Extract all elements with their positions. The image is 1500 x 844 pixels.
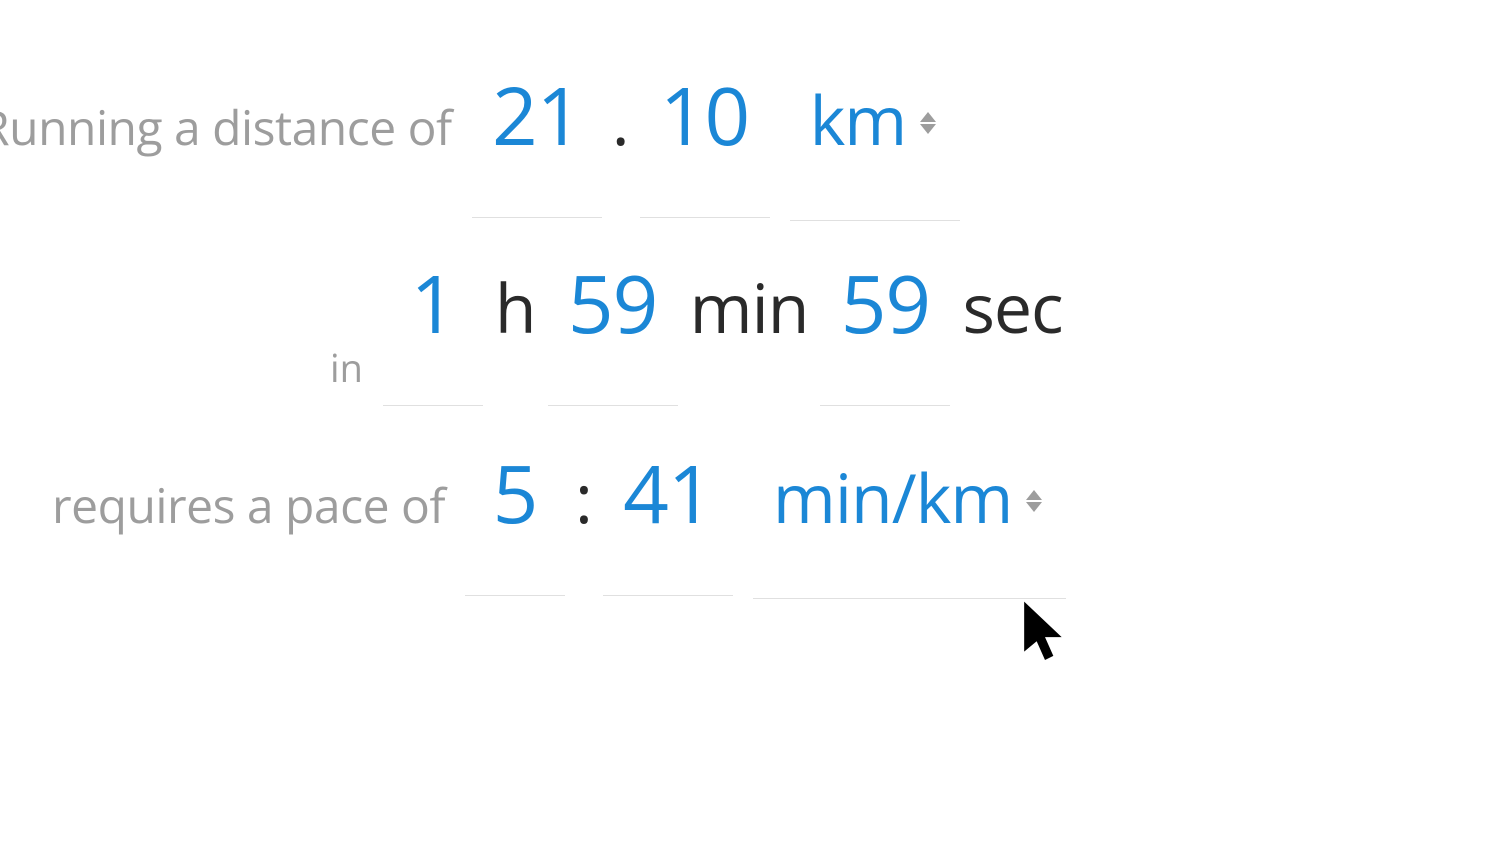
pace-seconds-input[interactable] — [603, 438, 733, 596]
time-label: in — [330, 342, 363, 394]
stepper-arrows-icon — [920, 112, 936, 134]
seconds-unit-label: sec — [950, 260, 1074, 353]
pace-row: requires a pace of : min/km — [52, 438, 1066, 599]
distance-unit-label: km — [810, 72, 907, 165]
time-hours-input[interactable] — [383, 248, 483, 406]
distance-decimal-input[interactable] — [640, 60, 770, 218]
distance-whole-input[interactable] — [472, 60, 602, 218]
decimal-separator: . — [602, 72, 640, 165]
chevron-down-icon — [1026, 502, 1042, 512]
time-row: in h min sec — [330, 248, 1075, 406]
hours-unit-label: h — [483, 260, 548, 353]
pace-unit-label: min/km — [773, 450, 1012, 543]
time-minutes-input[interactable] — [548, 248, 678, 406]
pace-separator: : — [565, 450, 603, 543]
distance-unit-select[interactable]: km — [790, 67, 961, 221]
chevron-down-icon — [920, 124, 936, 134]
pace-label: requires a pace of — [52, 473, 445, 538]
chevron-up-icon — [920, 112, 936, 122]
pace-unit-select[interactable]: min/km — [753, 445, 1066, 599]
stepper-arrows-icon — [1026, 490, 1042, 512]
cursor-icon — [1020, 600, 1070, 670]
time-seconds-input[interactable] — [820, 248, 950, 406]
pace-minutes-input[interactable] — [465, 438, 565, 596]
distance-row: Running a distance of . km — [0, 60, 960, 221]
distance-label: Running a distance of — [0, 95, 452, 160]
minutes-unit-label: min — [678, 260, 821, 353]
chevron-up-icon — [1026, 490, 1042, 500]
